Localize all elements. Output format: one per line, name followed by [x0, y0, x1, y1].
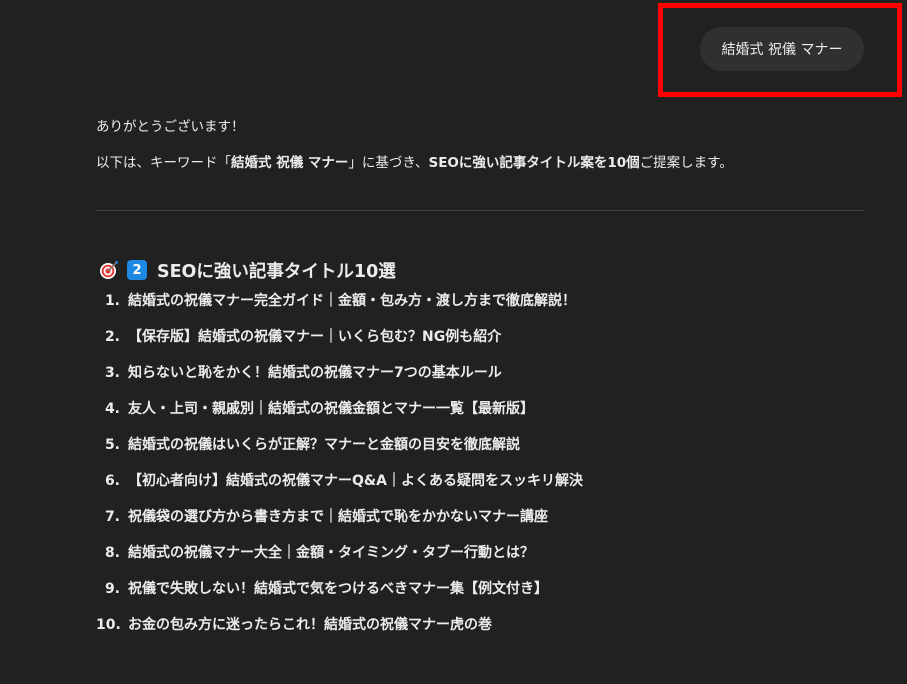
assistant-message: ありがとうございます！ 以下は、キーワード「結婚式 祝儀 マナー」に基づき、SE… — [96, 118, 864, 652]
list-item-number: 6. — [104, 473, 120, 489]
list-item-number: 9. — [104, 581, 120, 597]
list-item: 1. 結婚式の祝儀マナー完全ガイド｜金額・包み方・渡し方まで徹底解説！ — [96, 292, 864, 328]
intro-keyword: 結婚式 祝儀 マナー — [231, 155, 349, 171]
list-item: 3. 知らないと恥をかく！結婚式の祝儀マナー7つの基本ルール — [96, 364, 864, 400]
highlight-annotation-box — [658, 3, 902, 97]
list-item-text: 知らないと恥をかく！結婚式の祝儀マナー7つの基本ルール — [128, 365, 502, 381]
list-item-number: 8. — [104, 545, 120, 561]
list-item: 9. 祝儀で失敗しない！結婚式で気をつけるべきマナー集【例文付き】 — [96, 580, 864, 616]
direct-hit-icon — [100, 261, 118, 279]
intro-bold-phrase: SEOに強い記事タイトル案を10個 — [428, 155, 640, 171]
intro-prefix: 以下は、キーワード「 — [96, 155, 231, 171]
list-item-text: 結婚式の祝儀マナー完全ガイド｜金額・包み方・渡し方まで徹底解説！ — [128, 293, 576, 309]
section-divider — [96, 210, 864, 211]
list-item-text: 結婚式の祝儀はいくらが正解？マナーと金額の目安を徹底解説 — [128, 437, 520, 453]
list-item-number: 1. — [104, 293, 120, 309]
list-item: 2. 【保存版】結婚式の祝儀マナー｜いくら包む？NG例も紹介 — [96, 328, 864, 364]
list-item: 7. 祝儀袋の選び方から書き方まで｜結婚式で恥をかかないマナー講座 — [96, 508, 864, 544]
list-item-number: 7. — [104, 509, 120, 525]
title-list: 1. 結婚式の祝儀マナー完全ガイド｜金額・包み方・渡し方まで徹底解説！ 2. 【保存… — [96, 292, 864, 652]
list-item-number: 4. — [104, 401, 120, 417]
list-item: 6. 【初心者向け】結婚式の祝儀マナーQ&A｜よくある疑問をスッキリ解決 — [96, 472, 864, 508]
intro-middle: 」に基づき、 — [348, 155, 429, 171]
assistant-greeting: ありがとうございます！ — [96, 119, 245, 135]
list-item-number: 2. — [104, 329, 120, 345]
list-item: 5. 結婚式の祝儀はいくらが正解？マナーと金額の目安を徹底解説 — [96, 436, 864, 472]
list-item-text: 【初心者向け】結婚式の祝儀マナーQ&A｜よくある疑問をスッキリ解決 — [128, 473, 583, 489]
list-item: 8. 結婚式の祝儀マナー大全｜金額・タイミング・タブー行動とは？ — [96, 544, 864, 580]
list-item-text: 【保存版】結婚式の祝儀マナー｜いくら包む？NG例も紹介 — [128, 329, 502, 345]
list-item-text: お金の包み方に迷ったらこれ！結婚式の祝儀マナー虎の巻 — [128, 617, 492, 633]
list-item-number: 10. — [96, 617, 121, 633]
section-heading-text: SEOに強い記事タイトル10選 — [157, 261, 396, 282]
list-item-text: 祝儀袋の選び方から書き方まで｜結婚式で恥をかかないマナー講座 — [128, 509, 548, 525]
intro-suffix: ご提案します。 — [639, 155, 733, 171]
list-item-number: 3. — [104, 365, 120, 381]
assistant-intro: 以下は、キーワード「結婚式 祝儀 マナー」に基づき、SEOに強い記事タイトル案を… — [96, 154, 864, 172]
number-2-badge-icon: 2 — [127, 260, 147, 280]
section-heading: 2 SEOに強い記事タイトル10選 — [96, 257, 864, 283]
list-item-text: 結婚式の祝儀マナー大全｜金額・タイミング・タブー行動とは？ — [128, 545, 534, 561]
list-item-number: 5. — [104, 437, 120, 453]
list-item: 4. 友人・上司・親戚別｜結婚式の祝儀金額とマナー一覧【最新版】 — [96, 400, 864, 436]
list-item-text: 祝儀で失敗しない！結婚式で気をつけるべきマナー集【例文付き】 — [128, 581, 548, 597]
list-item-text: 友人・上司・親戚別｜結婚式の祝儀金額とマナー一覧【最新版】 — [128, 401, 534, 417]
chat-conversation: 結婚式 祝儀 マナー ありがとうございます！ 以下は、キーワード「結婚式 祝儀 … — [0, 0, 907, 684]
list-item: 10. お金の包み方に迷ったらこれ！結婚式の祝儀マナー虎の巻 — [96, 616, 864, 652]
